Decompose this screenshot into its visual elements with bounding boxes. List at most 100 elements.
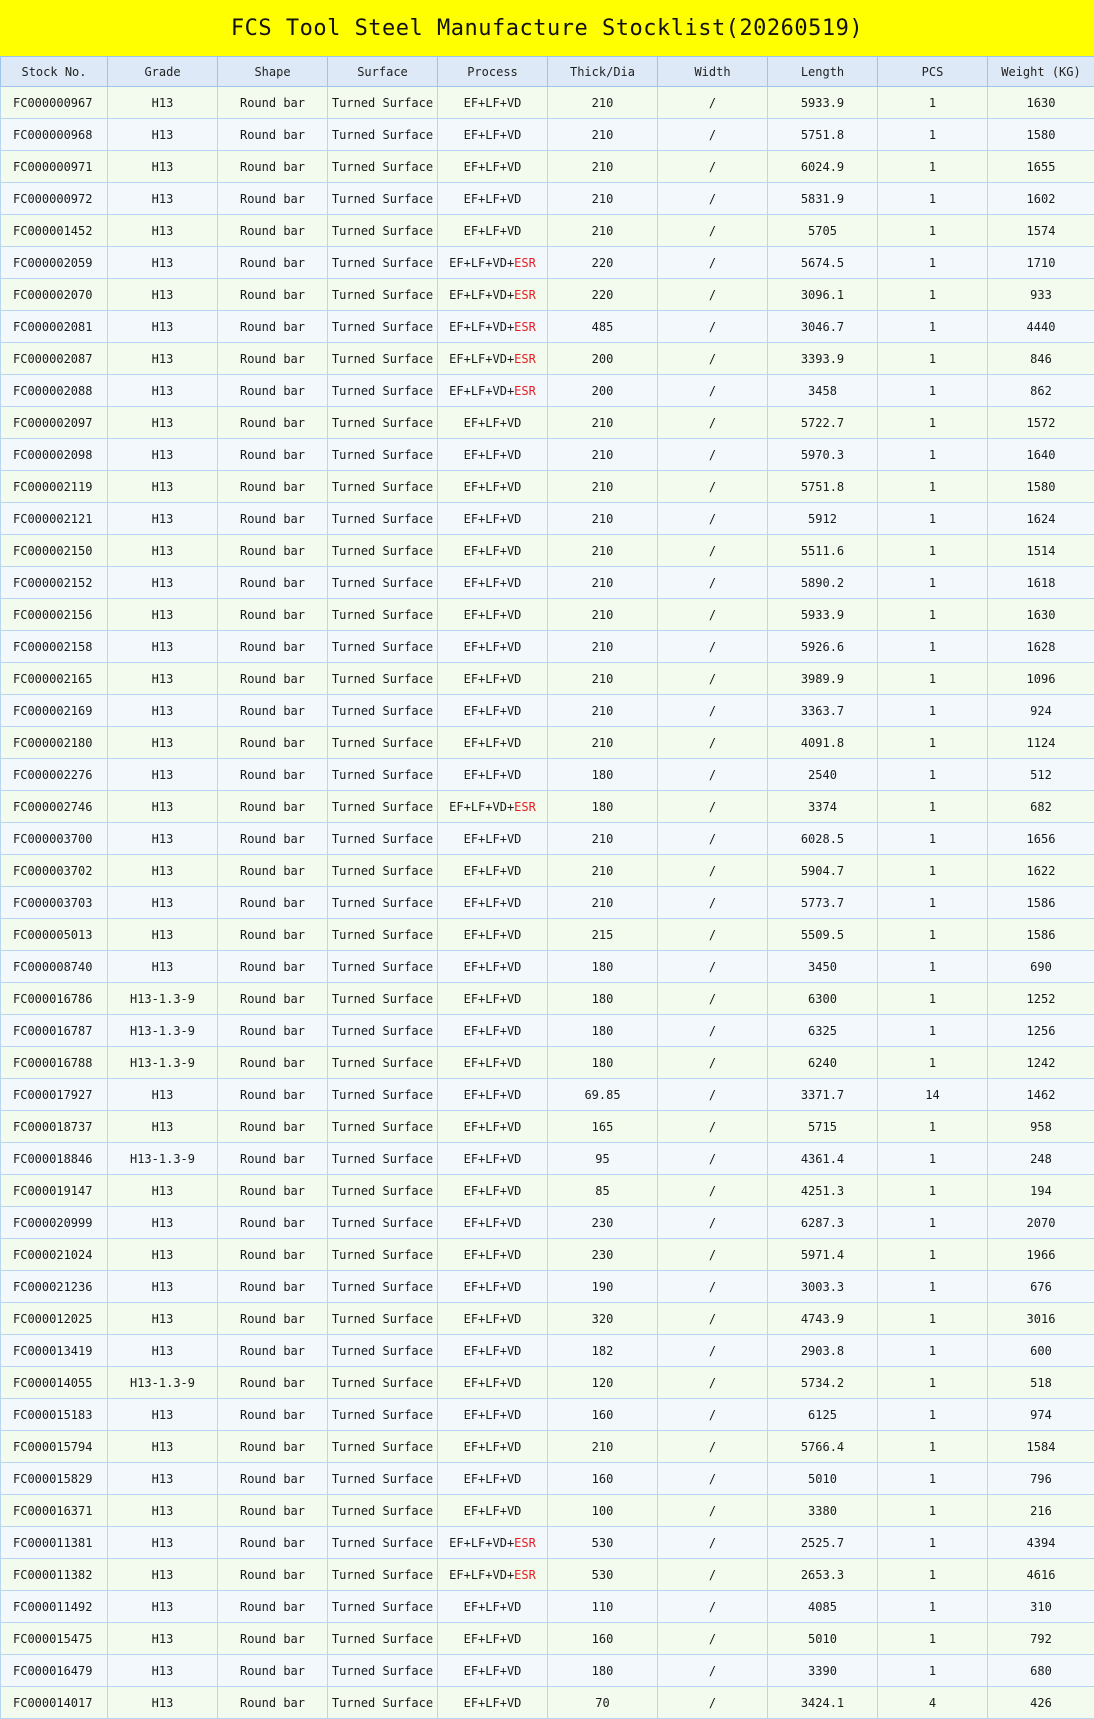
cell-process: EF+LF+VD — [438, 1143, 548, 1175]
cell-length: 3003.3 — [768, 1271, 878, 1303]
cell-process: EF+LF+VD+ESR — [438, 343, 548, 375]
cell-stock-no: FC000002098 — [1, 439, 108, 471]
cell-length: 5509.5 — [768, 919, 878, 951]
cell-pcs: 1 — [878, 983, 988, 1015]
cell-thick-dia: 230 — [548, 1239, 658, 1271]
cell-stock-no: FC000005013 — [1, 919, 108, 951]
cell-width: / — [658, 1367, 768, 1399]
cell-thick-dia: 180 — [548, 951, 658, 983]
cell-length: 5751.8 — [768, 119, 878, 151]
cell-weight: 933 — [988, 279, 1094, 311]
cell-surface: Turned Surface — [328, 1335, 438, 1367]
cell-thick-dia: 190 — [548, 1271, 658, 1303]
cell-process: EF+LF+VD — [438, 1495, 548, 1527]
cell-weight: 3016 — [988, 1303, 1094, 1335]
cell-length: 3390 — [768, 1655, 878, 1687]
cell-process: EF+LF+VD — [438, 1271, 548, 1303]
cell-pcs: 1 — [878, 631, 988, 663]
cell-thick-dia: 69.85 — [548, 1079, 658, 1111]
table-row: FC000018737H13Round barTurned SurfaceEF+… — [1, 1111, 1094, 1143]
cell-width: / — [658, 343, 768, 375]
cell-width: / — [658, 535, 768, 567]
cell-grade: H13 — [108, 1303, 218, 1335]
table-row: FC000002081H13Round barTurned SurfaceEF+… — [1, 311, 1094, 343]
cell-surface: Turned Surface — [328, 1463, 438, 1495]
cell-grade: H13 — [108, 631, 218, 663]
cell-thick-dia: 320 — [548, 1303, 658, 1335]
cell-pcs: 1 — [878, 727, 988, 759]
table-row: FC000002098H13Round barTurned SurfaceEF+… — [1, 439, 1094, 471]
cell-grade: H13 — [108, 311, 218, 343]
cell-length: 2540 — [768, 759, 878, 791]
table-row: FC000008740H13Round barTurned SurfaceEF+… — [1, 951, 1094, 983]
cell-length: 2903.8 — [768, 1335, 878, 1367]
cell-process: EF+LF+VD — [438, 471, 548, 503]
cell-pcs: 1 — [878, 695, 988, 727]
cell-shape: Round bar — [218, 631, 328, 663]
cell-width: / — [658, 759, 768, 791]
cell-thick-dia: 530 — [548, 1527, 658, 1559]
cell-width: / — [658, 983, 768, 1015]
cell-process: EF+LF+VD — [438, 503, 548, 535]
cell-thick-dia: 180 — [548, 1015, 658, 1047]
cell-stock-no: FC000016479 — [1, 1655, 108, 1687]
cell-process: EF+LF+VD — [438, 151, 548, 183]
cell-pcs: 1 — [878, 407, 988, 439]
cell-process: EF+LF+VD — [438, 407, 548, 439]
cell-grade: H13 — [108, 215, 218, 247]
cell-shape: Round bar — [218, 951, 328, 983]
cell-thick-dia: 210 — [548, 1431, 658, 1463]
cell-pcs: 1 — [878, 1111, 988, 1143]
cell-length: 3989.9 — [768, 663, 878, 695]
cell-stock-no: FC000002150 — [1, 535, 108, 567]
cell-surface: Turned Surface — [328, 663, 438, 695]
cell-width: / — [658, 1431, 768, 1463]
cell-length: 4743.9 — [768, 1303, 878, 1335]
cell-thick-dia: 530 — [548, 1559, 658, 1591]
cell-shape: Round bar — [218, 567, 328, 599]
cell-width: / — [658, 1143, 768, 1175]
cell-pcs: 1 — [878, 1655, 988, 1687]
cell-pcs: 1 — [878, 1015, 988, 1047]
cell-shape: Round bar — [218, 1303, 328, 1335]
cell-surface: Turned Surface — [328, 1559, 438, 1591]
cell-weight: 792 — [988, 1623, 1094, 1655]
cell-width: / — [658, 1175, 768, 1207]
cell-surface: Turned Surface — [328, 1015, 438, 1047]
cell-stock-no: FC000016786 — [1, 983, 108, 1015]
cell-process: EF+LF+VD — [438, 631, 548, 663]
cell-thick-dia: 230 — [548, 1207, 658, 1239]
cell-weight: 1252 — [988, 983, 1094, 1015]
cell-thick-dia: 210 — [548, 87, 658, 119]
cell-grade: H13 — [108, 823, 218, 855]
cell-process: EF+LF+VD+ESR — [438, 311, 548, 343]
cell-shape: Round bar — [218, 887, 328, 919]
cell-weight: 518 — [988, 1367, 1094, 1399]
cell-weight: 248 — [988, 1143, 1094, 1175]
cell-process: EF+LF+VD — [438, 1399, 548, 1431]
table-row: FC000011381H13Round barTurned SurfaceEF+… — [1, 1527, 1094, 1559]
cell-width: / — [658, 695, 768, 727]
cell-thick-dia: 180 — [548, 759, 658, 791]
cell-thick-dia: 160 — [548, 1399, 658, 1431]
cell-process: EF+LF+VD — [438, 695, 548, 727]
cell-stock-no: FC000016787 — [1, 1015, 108, 1047]
cell-width: / — [658, 1591, 768, 1623]
cell-grade: H13 — [108, 951, 218, 983]
cell-width: / — [658, 951, 768, 983]
cell-stock-no: FC000000972 — [1, 183, 108, 215]
cell-stock-no: FC000011381 — [1, 1527, 108, 1559]
cell-grade: H13 — [108, 1335, 218, 1367]
cell-stock-no: FC000002156 — [1, 599, 108, 631]
cell-shape: Round bar — [218, 1527, 328, 1559]
cell-width: / — [658, 887, 768, 919]
cell-pcs: 1 — [878, 375, 988, 407]
cell-length: 6300 — [768, 983, 878, 1015]
cell-process: EF+LF+VD — [438, 215, 548, 247]
cell-shape: Round bar — [218, 247, 328, 279]
cell-thick-dia: 210 — [548, 407, 658, 439]
cell-weight: 676 — [988, 1271, 1094, 1303]
table-row: FC000021024H13Round barTurned SurfaceEF+… — [1, 1239, 1094, 1271]
cell-process: EF+LF+VD — [438, 1207, 548, 1239]
cell-stock-no: FC000011492 — [1, 1591, 108, 1623]
